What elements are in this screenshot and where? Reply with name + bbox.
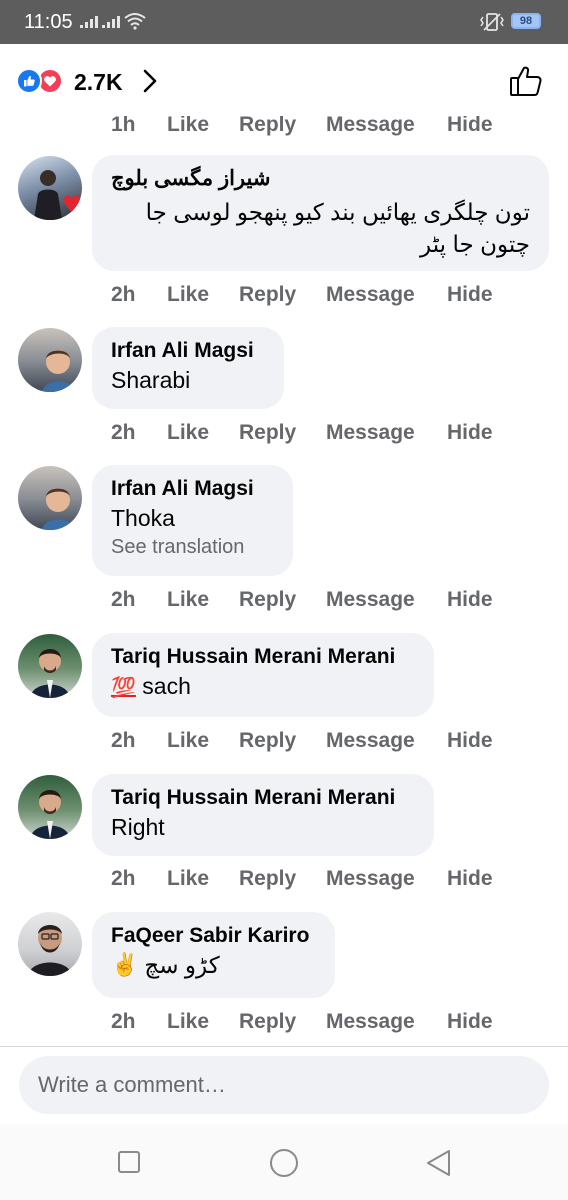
- hide-button[interactable]: Hide: [447, 421, 493, 445]
- battery-indicator: 98: [511, 13, 541, 29]
- system-navigation-bar: [0, 1124, 568, 1200]
- comment-author[interactable]: Irfan Ali Magsi: [111, 338, 265, 364]
- message-button[interactable]: Message: [326, 729, 415, 753]
- hide-button[interactable]: Hide: [447, 867, 493, 891]
- comment-bubble[interactable]: شیراز مگسی بلوچ تون چلگری یھائیں بند کیو…: [92, 155, 549, 271]
- comment-text: Thoka: [111, 505, 175, 531]
- comment-text: Sharabi: [111, 367, 191, 393]
- comment-text: Right: [111, 814, 165, 840]
- comment-author[interactable]: FaQeer Sabir Kariro: [111, 923, 316, 949]
- write-comment-input[interactable]: [19, 1056, 549, 1114]
- comment-author[interactable]: Tariq Hussain Merani Merani: [111, 785, 415, 811]
- reply-button[interactable]: Reply: [239, 1010, 296, 1034]
- hundred-points-icon: 💯: [111, 677, 136, 699]
- chevron-right-icon[interactable]: [140, 68, 160, 94]
- avatar[interactable]: [18, 328, 82, 392]
- comment-time: 2h: [111, 867, 136, 890]
- like-comment-button[interactable]: Like: [167, 729, 209, 753]
- reply-button[interactable]: Reply: [239, 729, 296, 753]
- like-comment-button[interactable]: Like: [167, 283, 209, 307]
- hide-button[interactable]: Hide: [447, 729, 493, 753]
- comment-text-line: تون چلگری یھائیں بند کیو پنھجو لوسی جا: [145, 199, 530, 225]
- like-reaction-icon[interactable]: [16, 68, 42, 94]
- reply-button[interactable]: Reply: [239, 283, 296, 307]
- victory-hand-icon: ✌️: [111, 952, 139, 977]
- message-button[interactable]: Message: [326, 283, 415, 307]
- message-button[interactable]: Message: [326, 1010, 415, 1034]
- comment-author[interactable]: شیراز مگسی بلوچ: [111, 166, 271, 192]
- comment-author[interactable]: Tariq Hussain Merani Merani: [111, 644, 415, 670]
- reactions-header: 2.7K: [0, 44, 568, 116]
- like-comment-button[interactable]: Like: [167, 1010, 209, 1034]
- back-icon[interactable]: [424, 1148, 452, 1178]
- home-icon[interactable]: [268, 1147, 300, 1179]
- message-button[interactable]: Message: [326, 588, 415, 612]
- comment-time: 2h: [111, 588, 136, 611]
- comment-text: ✌️ کڑو سچ: [111, 949, 316, 981]
- reply-button[interactable]: Reply: [239, 867, 296, 891]
- signal-icon: [80, 16, 98, 28]
- comment-time: 2h: [111, 729, 136, 752]
- comment-bubble[interactable]: Irfan Ali Magsi Thoka See translation: [92, 465, 293, 576]
- status-bar: 11:05 98: [0, 0, 568, 44]
- comment-time: 2h: [111, 283, 136, 306]
- avatar[interactable]: [18, 912, 82, 976]
- composer-divider: [0, 1046, 568, 1047]
- like-comment-button[interactable]: Like: [167, 113, 209, 137]
- comment-text: 💯 sach: [111, 670, 415, 704]
- like-thumb-icon[interactable]: [508, 64, 544, 98]
- comment-bubble[interactable]: Tariq Hussain Merani Merani Right: [92, 774, 434, 856]
- recent-apps-icon[interactable]: [117, 1150, 141, 1174]
- avatar[interactable]: [18, 634, 82, 698]
- avatar[interactable]: [18, 775, 82, 839]
- reply-button[interactable]: Reply: [239, 588, 296, 612]
- comment-text-line: چتون جا پٹر: [420, 231, 530, 257]
- avatar[interactable]: [18, 466, 82, 530]
- reply-button[interactable]: Reply: [239, 421, 296, 445]
- hide-button[interactable]: Hide: [447, 1010, 493, 1034]
- comment-bubble[interactable]: FaQeer Sabir Kariro ✌️ کڑو سچ: [92, 912, 335, 998]
- comment-time: 2h: [111, 421, 136, 444]
- comment-bubble[interactable]: Irfan Ali Magsi Sharabi: [92, 327, 284, 409]
- like-comment-button[interactable]: Like: [167, 867, 209, 891]
- wifi-icon: [124, 13, 146, 30]
- reaction-count[interactable]: 2.7K: [74, 69, 123, 96]
- comment-time: 2h: [111, 1010, 136, 1033]
- comment-author[interactable]: Irfan Ali Magsi: [111, 476, 274, 502]
- signal-icon: [102, 16, 120, 28]
- hide-button[interactable]: Hide: [447, 588, 493, 612]
- see-translation-link[interactable]: See translation: [111, 534, 274, 560]
- message-button[interactable]: Message: [326, 867, 415, 891]
- message-button[interactable]: Message: [326, 421, 415, 445]
- comment-text-value: کڑو سچ: [144, 952, 220, 978]
- vibrate-icon: [480, 13, 504, 31]
- comment-time: 1h: [111, 113, 136, 136]
- like-comment-button[interactable]: Like: [167, 588, 209, 612]
- message-button[interactable]: Message: [326, 113, 415, 137]
- avatar[interactable]: [18, 156, 82, 220]
- comment-text-value: sach: [142, 673, 191, 699]
- like-comment-button[interactable]: Like: [167, 421, 209, 445]
- hide-button[interactable]: Hide: [447, 283, 493, 307]
- hide-button[interactable]: Hide: [447, 113, 493, 137]
- status-time: 11:05: [24, 11, 73, 33]
- comment-bubble[interactable]: Tariq Hussain Merani Merani 💯 sach: [92, 633, 434, 717]
- reply-button[interactable]: Reply: [239, 113, 296, 137]
